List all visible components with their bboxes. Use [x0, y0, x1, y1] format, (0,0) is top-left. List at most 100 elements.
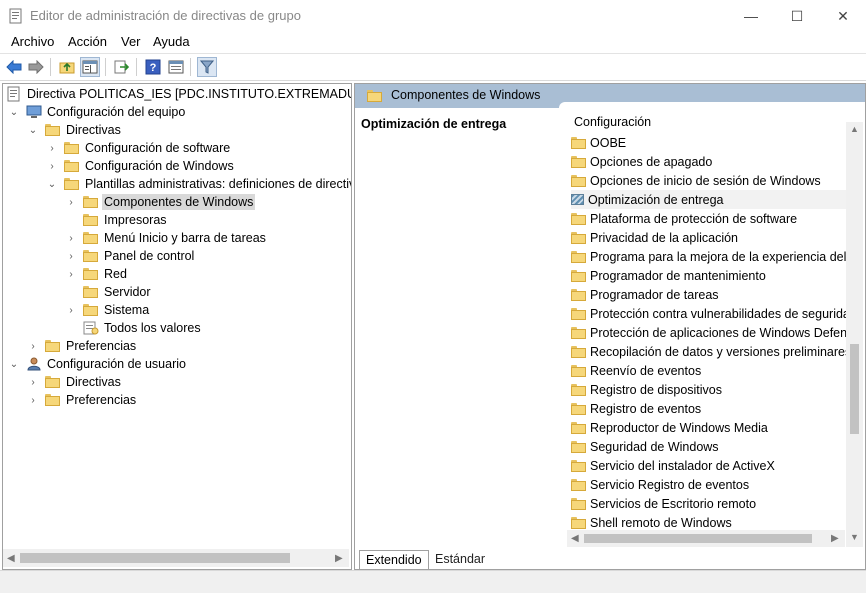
tree-item-windows-components[interactable]: › Componentes de Windows	[65, 193, 256, 211]
settings-list-item[interactable]: Opciones de inicio de sesión de Windows	[571, 171, 849, 190]
folder-icon	[571, 250, 586, 263]
tree-item-windows-config[interactable]: › Configuración de Windows	[46, 157, 233, 175]
chevron-right-icon[interactable]: ›	[65, 196, 77, 208]
settings-list-item[interactable]: Servicio del instalador de ActiveX	[571, 456, 849, 475]
menu-ver[interactable]: Ver	[121, 34, 141, 49]
tree-item-printers[interactable]: Impresoras	[65, 211, 167, 229]
settings-list-item[interactable]: Registro de eventos	[571, 399, 849, 418]
scroll-right-icon[interactable]: ▶	[335, 553, 343, 564]
up-folder-icon[interactable]	[57, 57, 77, 77]
scroll-left-icon[interactable]: ◀	[7, 553, 15, 564]
show-hide-tree-icon[interactable]	[80, 57, 100, 77]
folder-icon	[571, 136, 586, 149]
chevron-right-icon[interactable]: ›	[46, 142, 58, 154]
chevron-down-icon[interactable]: ⌄	[8, 106, 20, 118]
properties-icon[interactable]	[166, 57, 186, 77]
settings-list-item[interactable]: Servicio Registro de eventos	[571, 475, 849, 494]
folder-icon	[571, 345, 586, 358]
forward-arrow-icon[interactable]	[26, 57, 46, 77]
settings-list-item[interactable]: Protección de aplicaciones de Windows De…	[571, 323, 849, 342]
folder-icon	[571, 269, 586, 282]
scrollbar-thumb[interactable]	[584, 534, 812, 543]
tree-item-user-preferences[interactable]: › Preferencias	[27, 391, 136, 409]
folder-icon	[83, 232, 98, 244]
settings-list-item[interactable]: Reproductor de Windows Media	[571, 418, 849, 437]
menu-accion[interactable]: Acción	[68, 34, 107, 49]
close-button[interactable]: ✕	[820, 0, 866, 32]
tree-item-software[interactable]: › Configuración de software	[46, 139, 230, 157]
chevron-down-icon[interactable]: ⌄	[46, 178, 58, 190]
back-arrow-icon[interactable]	[4, 57, 24, 77]
chevron-down-icon[interactable]: ⌄	[8, 358, 20, 370]
tree-item-directivas[interactable]: ⌄ Directivas	[27, 121, 121, 139]
tree-item-start-menu[interactable]: › Menú Inicio y barra de tareas	[65, 229, 266, 247]
list-vertical-scrollbar[interactable]: ▲ ▼	[846, 122, 863, 547]
folder-icon	[571, 421, 586, 434]
folder-icon	[45, 376, 60, 388]
tree-item-user-config[interactable]: ⌄ Configuración de usuario	[8, 355, 186, 373]
list-horizontal-scrollbar[interactable]: ◀ ▶	[567, 530, 845, 547]
settings-list-item[interactable]: Privacidad de la aplicación	[571, 228, 849, 247]
settings-list-item[interactable]: Servicios de Escritorio remoto	[571, 494, 849, 513]
settings-list-item[interactable]: Plataforma de protección de software	[571, 209, 849, 228]
settings-list-item[interactable]: Programador de mantenimiento	[571, 266, 849, 285]
help-icon[interactable]: ?	[143, 57, 163, 77]
tree-item-preferences[interactable]: › Preferencias	[27, 337, 136, 355]
tree-root[interactable]: Directiva POLITICAS_IES [PDC.INSTITUTO.E…	[7, 85, 351, 103]
tree-item-computer[interactable]: ⌄ Configuración del equipo	[8, 103, 186, 121]
settings-list-item[interactable]: Optimización de entrega	[571, 190, 849, 209]
scrollbar-thumb[interactable]	[20, 553, 290, 563]
tab-estandar[interactable]: Estándar	[429, 550, 491, 568]
settings-list-item[interactable]: Registro de dispositivos	[571, 380, 849, 399]
chevron-right-icon[interactable]: ›	[65, 268, 77, 280]
scroll-left-icon[interactable]: ◀	[571, 533, 579, 544]
chevron-right-icon[interactable]: ›	[65, 304, 77, 316]
chevron-right-icon[interactable]: ›	[65, 232, 77, 244]
settings-list-item[interactable]: Reenvío de eventos	[571, 361, 849, 380]
folder-icon	[571, 174, 586, 187]
settings-list-item[interactable]: OOBE	[571, 133, 849, 152]
settings-list-item[interactable]: Programa para la mejora de la experienci…	[571, 247, 849, 266]
column-header-configuracion[interactable]: Configuración	[574, 115, 651, 129]
settings-list-item[interactable]: Programador de tareas	[571, 285, 849, 304]
status-bar	[0, 570, 866, 593]
filter-icon[interactable]	[197, 57, 217, 77]
minimize-button[interactable]: —	[728, 0, 774, 32]
export-list-icon[interactable]	[112, 57, 132, 77]
tree-item-user-directivas[interactable]: › Directivas	[27, 373, 121, 391]
menu-archivo[interactable]: Archivo	[11, 34, 54, 49]
settings-list-item[interactable]: Recopilación de datos y versiones prelim…	[571, 342, 849, 361]
chevron-right-icon[interactable]: ›	[27, 376, 39, 388]
settings-list-item[interactable]: Seguridad de Windows	[571, 437, 849, 456]
maximize-button[interactable]: ☐	[774, 0, 820, 32]
tree-item-system[interactable]: › Sistema	[65, 301, 149, 319]
folder-icon	[571, 364, 586, 377]
tree-item-label: Plantillas administrativas: definiciones…	[85, 177, 352, 191]
tree-item-control-panel[interactable]: › Panel de control	[65, 247, 194, 265]
tree-item-network[interactable]: › Red	[65, 265, 127, 283]
tab-extendido[interactable]: Extendido	[359, 550, 429, 569]
folder-icon	[83, 196, 98, 208]
tree-item-server[interactable]: Servidor	[65, 283, 151, 301]
menu-ayuda[interactable]: Ayuda	[153, 34, 190, 49]
tree-item-admin-templates[interactable]: ⌄ Plantillas administrativas: definicion…	[46, 175, 352, 193]
settings-list-item[interactable]: Protección contra vulnerabilidades de se…	[571, 304, 849, 323]
chevron-right-icon[interactable]: ›	[65, 250, 77, 262]
chevron-down-icon[interactable]: ⌄	[27, 124, 39, 136]
tree-item-label: Directivas	[66, 123, 121, 137]
tree-pane[interactable]: Directiva POLITICAS_IES [PDC.INSTITUTO.E…	[2, 83, 352, 570]
settings-list-item[interactable]: Opciones de apagado	[571, 152, 849, 171]
scroll-right-icon[interactable]: ▶	[831, 533, 839, 544]
chevron-right-icon[interactable]: ›	[27, 394, 39, 406]
settings-list[interactable]: Configuración OOBE Opciones de apagado Opc…	[559, 102, 865, 548]
chevron-right-icon[interactable]: ›	[46, 160, 58, 172]
settings-list-item-label: Protección contra vulnerabilidades de se…	[590, 306, 849, 321]
title-bar: Editor de administración de directivas d…	[0, 0, 866, 32]
chevron-right-icon[interactable]: ›	[27, 340, 39, 352]
tree-item-all-values[interactable]: Todos los valores	[65, 319, 201, 337]
scroll-up-icon[interactable]: ▲	[850, 124, 859, 134]
scrollbar-thumb[interactable]	[850, 344, 859, 434]
toolbar-separator	[190, 58, 191, 76]
tree-horizontal-scrollbar[interactable]: ◀ ▶	[3, 549, 349, 567]
scroll-down-icon[interactable]: ▼	[850, 532, 859, 542]
